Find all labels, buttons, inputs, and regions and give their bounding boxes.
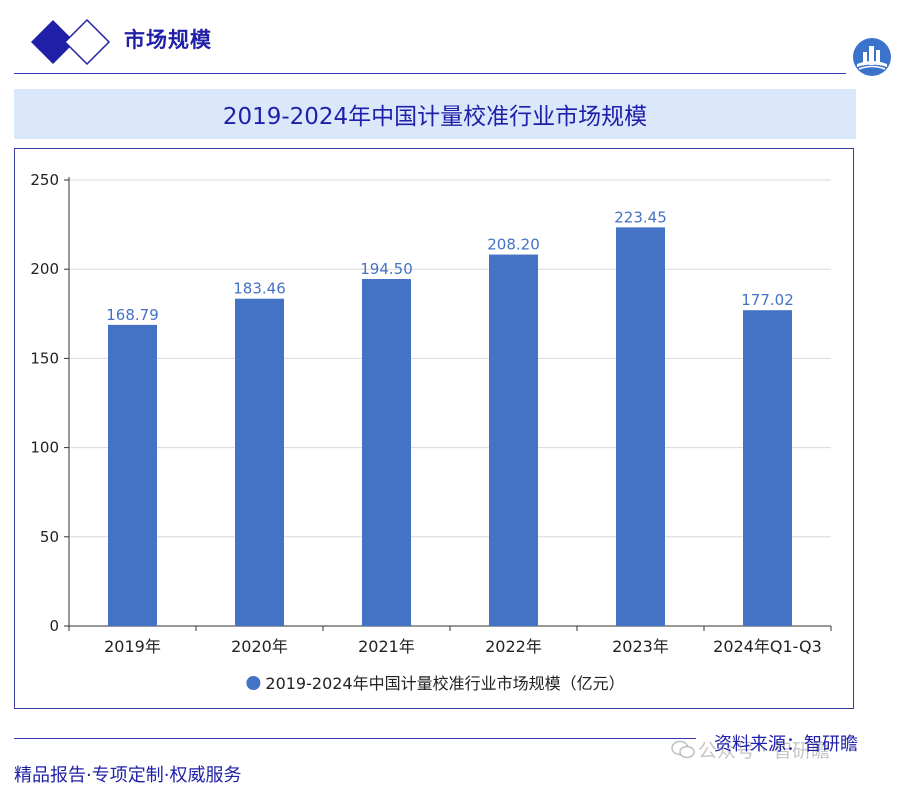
bar [362,279,411,626]
x-tick-label: 2023年 [612,637,669,656]
y-tick-label: 50 [40,528,59,546]
x-tick-label: 2019年 [104,637,161,656]
bar-value-label: 177.02 [741,291,794,309]
header-divider [14,73,846,74]
wechat-icon [671,740,695,758]
section-title: 市场规模 [124,28,212,52]
slogan: 精品报告·专项定制·权威服务 [14,765,242,786]
y-tick-label: 0 [49,617,59,635]
x-tick-label: 2021年 [358,637,415,656]
diamond-logo-icon [31,18,111,66]
y-tick-label: 200 [30,260,59,278]
bar-chart: 0 50 100 150 200 250 168.79 2019年 183.46 2020年 194… [30,171,832,693]
legend-marker [246,676,261,690]
y-tick-label: 100 [30,439,59,457]
bar [616,227,665,626]
brand-badge-icon [853,38,891,76]
bar [743,310,792,626]
bar [235,298,284,626]
chart-frame: 0 50 100 150 200 250 168.79 2019年 183.46 2020年 194… [14,148,854,709]
y-tick-label: 150 [30,349,59,367]
bar-value-label: 208.20 [487,236,540,254]
bar-value-label: 183.46 [233,280,286,298]
bar-value-label: 223.45 [614,208,667,226]
x-tick-label: 2022年 [485,637,542,656]
bar [489,254,538,626]
bar [108,324,157,626]
x-tick-label: 2020年 [231,637,288,656]
bar-value-label: 194.50 [360,260,413,278]
chart-title-bar: 2019-2024年中国计量校准行业市场规模 [14,89,856,139]
bar-value-label: 168.79 [106,306,159,324]
source-text: 资料来源：智研瞻 [714,734,858,755]
footer-divider [14,738,696,739]
y-tick-label: 250 [30,171,59,189]
chart-title: 2019-2024年中国计量校准行业市场规模 [222,104,648,130]
x-tick-label: 2024年Q1-Q3 [713,637,822,656]
legend-label: 2019-2024年中国计量校准行业市场规模（亿元） [265,674,624,693]
